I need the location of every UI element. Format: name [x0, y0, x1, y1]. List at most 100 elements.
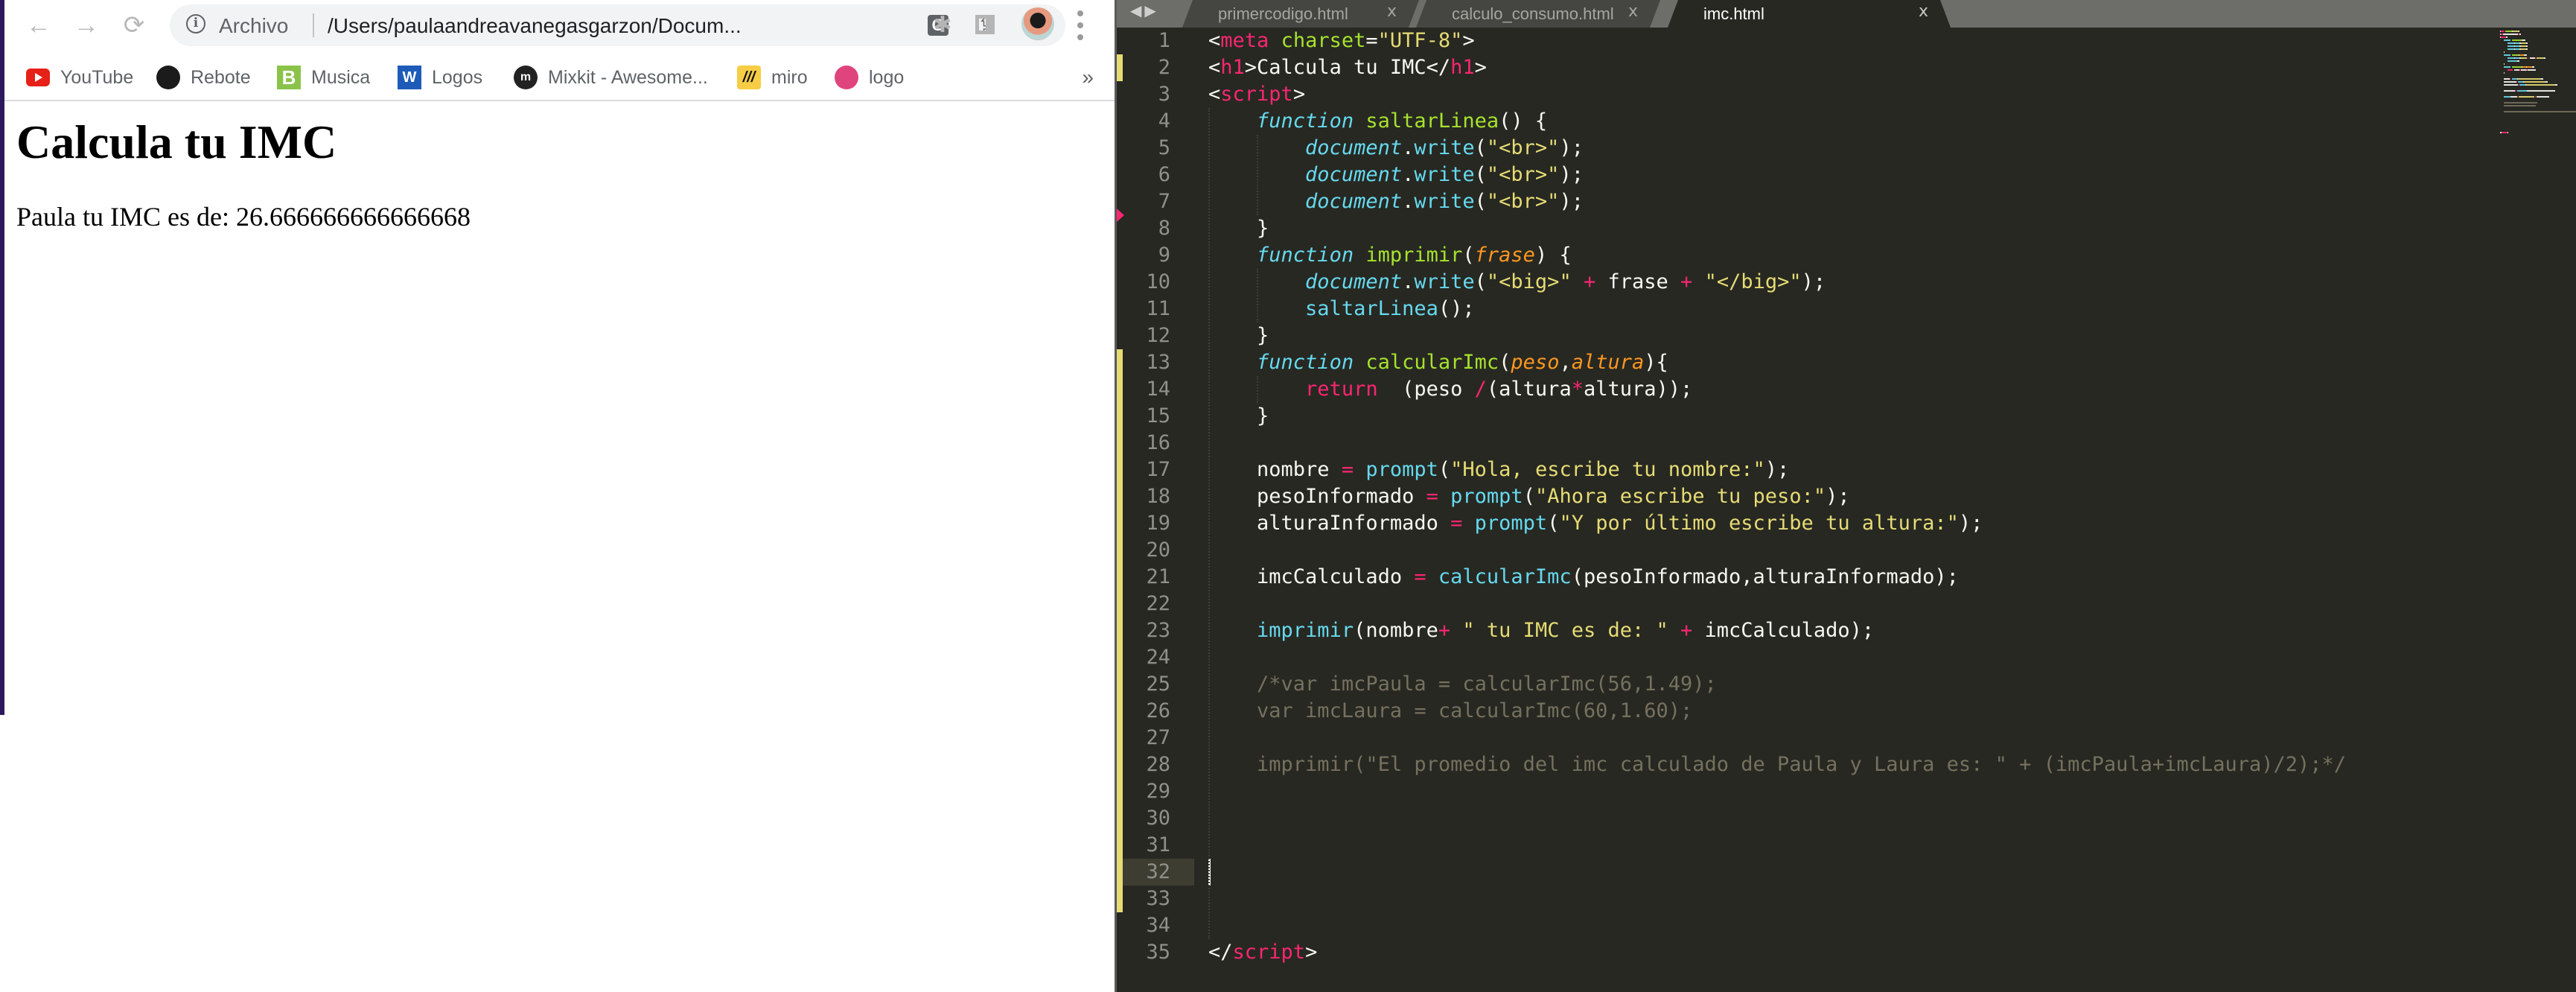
code-line[interactable]: 5 document.write("<br>"); [1117, 135, 2576, 162]
browser-menu-button[interactable] [1077, 10, 1084, 40]
forward-button[interactable]: → [70, 9, 103, 42]
code-line[interactable]: 30 [1117, 805, 2576, 832]
code-line[interactable]: 4 function saltarLinea() { [1117, 108, 2576, 135]
code-token: alturaInformado [1208, 512, 1451, 535]
code-line[interactable]: 32 [1117, 859, 2576, 886]
code-line[interactable]: 13 function calcularImc(peso,altura){ [1117, 349, 2576, 376]
tab-calculo-consumo[interactable]: calculo_consumo.html x [1416, 0, 1660, 28]
bookmark-mixkit[interactable]: m Mixkit - Awesome... [514, 64, 708, 91]
info-icon[interactable]: i [186, 14, 205, 34]
code-line[interactable]: 21 imcCalculado = calcularImc(pesoInform… [1117, 564, 2576, 591]
code-line[interactable]: 2 <h1>Calcula tu IMC</h1> [1117, 54, 2576, 81]
code-line[interactable]: 9 function imprimir(frase) { [1117, 242, 2576, 269]
code-line[interactable]: 34 [1117, 912, 2576, 939]
code-token: pesoInformado [1208, 485, 1426, 508]
code-line[interactable]: 11 saltarLinea(); [1117, 296, 2576, 322]
bookmark-logos[interactable]: W Logos [398, 64, 482, 91]
reload-button[interactable]: ⟳ [118, 9, 150, 42]
code-line[interactable]: 15 } [1117, 403, 2576, 430]
reload-icon: ⟳ [123, 11, 145, 39]
bookmark-youtube[interactable]: YouTube [26, 64, 133, 91]
code-token: = [1365, 29, 1378, 52]
code-token: write [1414, 190, 1475, 213]
code-line[interactable]: 26 var imcLaura = calcularImc(60,1.60); [1117, 698, 2576, 725]
code-line[interactable]: 31 [1117, 832, 2576, 859]
code-line[interactable]: 10 document.write("<big>" + frase + "</b… [1117, 269, 2576, 296]
minimap[interactable] [2500, 28, 2576, 139]
code-line[interactable]: 19 alturaInformado = prompt("Y por últim… [1117, 510, 2576, 537]
code-area[interactable]: 1 <meta charset="UTF-8"> 2 <h1>Calcula tu I… [1117, 28, 2576, 992]
site-info-label[interactable]: Archivo [219, 14, 288, 38]
tab-imc[interactable]: imc.html x [1668, 0, 1951, 28]
tab-primercodigo[interactable]: primercodigo.html x [1182, 0, 1419, 28]
code-token: < [1208, 29, 1221, 52]
close-icon[interactable]: x [1628, 2, 1638, 21]
code-line[interactable]: 24 [1117, 644, 2576, 671]
minimap-line [2507, 48, 2515, 50]
profile-avatar[interactable] [1021, 7, 1054, 40]
code-line[interactable]: 12 } [1117, 322, 2576, 349]
minimap-line [2503, 102, 2538, 104]
url-text[interactable]: /Users/paulaandreavanegasgarzon/Docum... [328, 14, 742, 38]
code-token: "Y por último escribe tu altura:" [1559, 512, 1959, 535]
minimap-line [2537, 57, 2544, 59]
browser-toolbar: ← → ⟳ i Archivo /Users/paulaandreavanega… [4, 0, 1115, 52]
extensions-puzzle-icon[interactable]: ✱ [929, 12, 956, 39]
arrow-right-icon: → [74, 10, 99, 39]
bookmark-musica[interactable]: B Musica [277, 64, 370, 91]
minimap-line [2527, 90, 2556, 92]
code-line[interactable]: 28 imprimir("El promedio del imc calcula… [1117, 751, 2576, 778]
tab-nav-arrows-icon[interactable]: ◀▶ [1130, 1, 1159, 20]
code-line[interactable]: 20 [1117, 537, 2576, 564]
code-line[interactable]: 25 /*var imcPaula = calcularImc(56,1.49)… [1117, 671, 2576, 698]
code-line[interactable]: 22 [1117, 591, 2576, 617]
code-line[interactable]: 8 } [1117, 215, 2576, 242]
minimap-line [2519, 96, 2534, 98]
code-token: >Calcula tu IMC</ [1244, 56, 1451, 79]
close-icon[interactable]: x [1919, 2, 1928, 21]
side-panel-icon[interactable] [975, 15, 995, 34]
code-line[interactable]: 16 [1117, 430, 2576, 457]
mixkit-icon: m [514, 66, 538, 89]
code-line[interactable]: 3 <script> [1117, 81, 2576, 108]
code-token: (pesoInformado,alturaInformado); [1571, 565, 1959, 588]
line-number: 18 [1146, 485, 1170, 508]
code-token: (); [1438, 297, 1475, 320]
minimap-line [2520, 45, 2526, 47]
code-line[interactable]: 17 nombre = prompt("Hola, escribe tu nom… [1117, 457, 2576, 483]
minimap-line [2514, 69, 2520, 71]
code-editor: ◀▶ primercodigo.html x calculo_consumo.h… [1115, 0, 2576, 992]
code-token: . [1402, 163, 1415, 186]
bookmark-rebote[interactable]: Rebote [156, 64, 251, 91]
line-text: } [1208, 215, 1269, 242]
code-line[interactable]: 23 imprimir(nombre+ " tu IMC es de: " + … [1117, 617, 2576, 644]
code-token: function [1257, 244, 1354, 267]
code-line[interactable]: 33 [1117, 886, 2576, 912]
close-icon[interactable]: x [1387, 2, 1397, 21]
code-line[interactable]: 35 </script> [1117, 939, 2576, 966]
code-token: "<br>" [1486, 163, 1560, 186]
back-button[interactable]: ← [22, 9, 55, 42]
bookmark-miro[interactable]: /// miro [737, 64, 808, 91]
minimap-line [2516, 96, 2518, 98]
code-line[interactable]: 7 document.write("<br>"); [1117, 188, 2576, 215]
code-line[interactable]: 18 pesoInformado = prompt("Ahora escribe… [1117, 483, 2576, 510]
bookmark-logo[interactable]: logo [835, 64, 904, 91]
line-number: 16 [1146, 431, 1170, 454]
code-line[interactable]: 29 [1117, 778, 2576, 805]
line-number: 5 [1158, 136, 1170, 159]
code-line[interactable]: 27 [1117, 725, 2576, 751]
minimap-line [2537, 96, 2549, 98]
code-token: altura)); [1583, 378, 1693, 401]
minimap-line [2502, 34, 2518, 35]
tab-label: primercodigo.html [1218, 4, 1348, 23]
code-line[interactable]: 6 document.write("<br>"); [1117, 162, 2576, 188]
line-text: return (peso /(altura*altura)); [1208, 376, 1692, 403]
code-line[interactable]: 14 return (peso /(altura*altura)); [1117, 376, 2576, 403]
bookmarks-overflow-button[interactable]: » [1082, 66, 1094, 89]
minimap-line [2532, 66, 2534, 68]
line-text: document.write("<br>"); [1208, 135, 1584, 162]
code-line[interactable]: 1 <meta charset="UTF-8"> [1117, 28, 2576, 54]
minimap-line [2503, 72, 2505, 74]
